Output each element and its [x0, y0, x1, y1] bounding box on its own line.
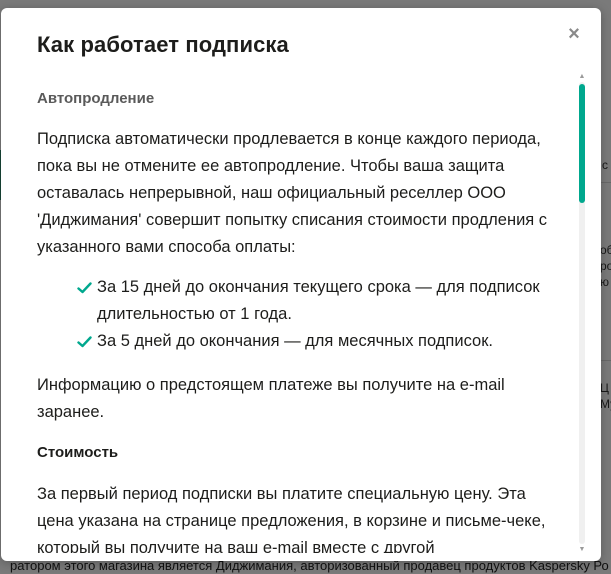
cost-description: За первый период подписки вы платите спе…	[37, 485, 546, 553]
list-item: За 15 дней до окончания текущего срока —…	[77, 274, 547, 328]
list-item-text: За 15 дней до окончания текущего срока —…	[97, 278, 540, 323]
autorenew-description: Подписка автоматически продлевается в ко…	[37, 130, 548, 256]
modal-scrollbar[interactable]: ▲ ▼	[578, 73, 586, 554]
payment-notice: Информацию о предстоящем платеже вы полу…	[37, 376, 505, 421]
scroll-down-arrow-icon[interactable]: ▼	[578, 546, 586, 554]
modal-title: Как работает подписка	[37, 32, 289, 57]
close-button[interactable]: ×	[564, 24, 584, 44]
subscription-info-modal: Как работает подписка × Автопродление По…	[1, 8, 601, 561]
list-item-text: За 5 дней до окончания — для месячных по…	[97, 332, 493, 350]
scroll-up-arrow-icon[interactable]: ▲	[578, 73, 586, 81]
modal-body[interactable]: Автопродление Подписка автоматически про…	[37, 81, 567, 553]
list-item: За 5 дней до окончания — для месячных по…	[77, 328, 547, 355]
checkmark-icon	[77, 282, 92, 294]
autorenew-heading: Автопродление	[37, 90, 155, 107]
cost-heading: Стоимость	[37, 444, 119, 461]
close-icon: ×	[568, 23, 580, 45]
renewal-schedule-list: За 15 дней до окончания текущего срока —…	[77, 274, 547, 355]
scroll-thumb[interactable]	[579, 84, 585, 203]
checkmark-icon	[77, 336, 92, 348]
